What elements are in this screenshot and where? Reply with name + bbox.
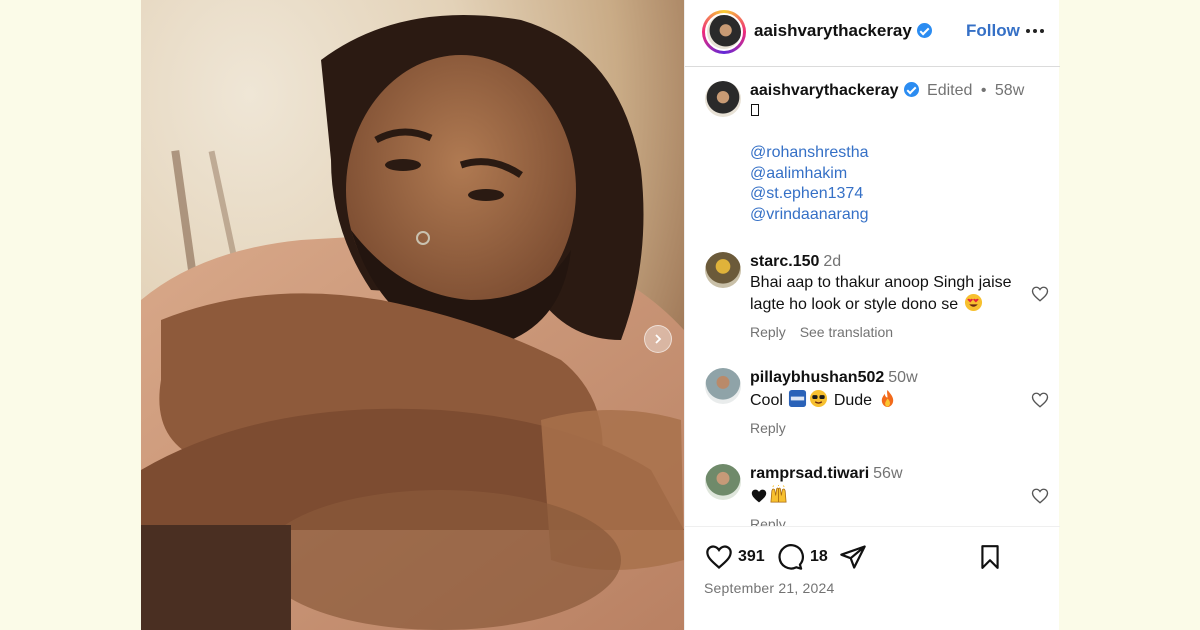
comment-header: starc.150 2d xyxy=(750,253,841,271)
comment-time: 56w xyxy=(873,465,903,482)
comments-scroll-area[interactable]: aaishvarythackeray Edited • 58w @rohansh… xyxy=(685,67,1060,526)
meta-separator: • xyxy=(980,82,987,99)
bookmark-icon[interactable] xyxy=(977,543,1003,571)
reply-button[interactable]: Reply xyxy=(750,420,786,436)
reply-button[interactable]: Reply xyxy=(750,516,786,526)
verified-badge-icon xyxy=(903,82,919,97)
mention-link[interactable]: @rohanshrestha xyxy=(750,143,869,164)
avatar xyxy=(705,13,743,51)
avatar[interactable] xyxy=(705,368,741,404)
caption-time: 58w xyxy=(994,82,1025,99)
fire-emoji-icon xyxy=(881,389,893,408)
comment-time: 2d xyxy=(823,253,842,270)
comment-text-part: Dude xyxy=(833,392,873,409)
see-translation-button[interactable]: See translation xyxy=(800,324,893,340)
author-avatar-story-ring[interactable] xyxy=(702,10,746,54)
comment-icon[interactable] xyxy=(776,543,804,571)
caption-header: aaishvarythackeray Edited • 58w xyxy=(750,82,1024,100)
caption-avatar[interactable] xyxy=(705,81,741,117)
praising-hands-emoji-icon xyxy=(770,485,787,503)
comment-count[interactable]: 18 xyxy=(810,548,828,566)
author-username-text[interactable]: aaishvarythackeray xyxy=(754,21,912,40)
post-header: aaishvarythackeray Follow xyxy=(685,0,1060,67)
comment-actions: Reply xyxy=(750,516,786,526)
heart-eyes-emoji-icon xyxy=(964,293,982,312)
comment-username[interactable]: starc.150 xyxy=(750,253,819,270)
caption-username[interactable]: aaishvarythackeray xyxy=(750,82,899,99)
comment-username[interactable]: ramprsad.tiwari xyxy=(750,465,869,482)
like-count[interactable]: 391 xyxy=(738,548,765,566)
follow-button[interactable]: Follow xyxy=(966,21,1020,41)
share-icon[interactable] xyxy=(839,543,867,571)
comment-time: 50w xyxy=(888,369,918,386)
verified-badge-icon xyxy=(916,23,932,38)
heart-icon[interactable] xyxy=(1031,391,1049,409)
mention-link[interactable]: @aalimhakim xyxy=(750,164,869,185)
avatar[interactable] xyxy=(705,252,741,288)
heart-icon[interactable] xyxy=(1031,285,1049,303)
comment-text: Cool Dude xyxy=(750,389,1020,411)
comment-username[interactable]: pillaybhushan502 xyxy=(750,369,884,386)
mention-link[interactable]: @vrindaanarang xyxy=(750,205,869,226)
black-heart-emoji-icon xyxy=(751,489,767,503)
caption-placeholder-glyph xyxy=(751,104,759,116)
edited-label: Edited xyxy=(927,82,973,99)
avatar[interactable] xyxy=(705,464,741,500)
sunglasses-emoji-icon xyxy=(810,389,828,408)
heart-icon[interactable] xyxy=(704,543,734,571)
comment-header: ramprsad.tiwari 56w xyxy=(750,465,903,483)
comment-text-part: Cool xyxy=(750,392,783,409)
post-details-panel: aaishvarythackeray Follow aaishvarythack… xyxy=(684,0,1060,630)
more-options-icon[interactable] xyxy=(1026,29,1044,33)
comment-text xyxy=(750,485,1020,507)
mention-link[interactable]: @st.ephen1374 xyxy=(750,184,869,205)
comment-text: Bhai aap to thakur anoop Singh jaise lag… xyxy=(750,272,1020,315)
next-image-button[interactable] xyxy=(644,325,672,353)
chevron-right-icon xyxy=(655,334,662,344)
post-actions-bar: 391 18 September 21, 2024 xyxy=(685,526,1060,630)
post-date: September 21, 2024 xyxy=(704,580,835,596)
portrait-image xyxy=(141,15,684,630)
comment-header: pillaybhushan502 50w xyxy=(750,369,918,387)
heart-icon[interactable] xyxy=(1031,487,1049,505)
post-photo[interactable] xyxy=(141,0,684,630)
cool-button-emoji-icon xyxy=(789,389,807,408)
comment-actions: Reply xyxy=(750,420,786,436)
author-username[interactable]: aaishvarythackeray xyxy=(754,21,932,41)
comment-actions: Reply See translation xyxy=(750,324,893,340)
reply-button[interactable]: Reply xyxy=(750,324,786,340)
caption-mentions: @rohanshrestha @aalimhakim @st.ephen1374… xyxy=(750,143,869,225)
